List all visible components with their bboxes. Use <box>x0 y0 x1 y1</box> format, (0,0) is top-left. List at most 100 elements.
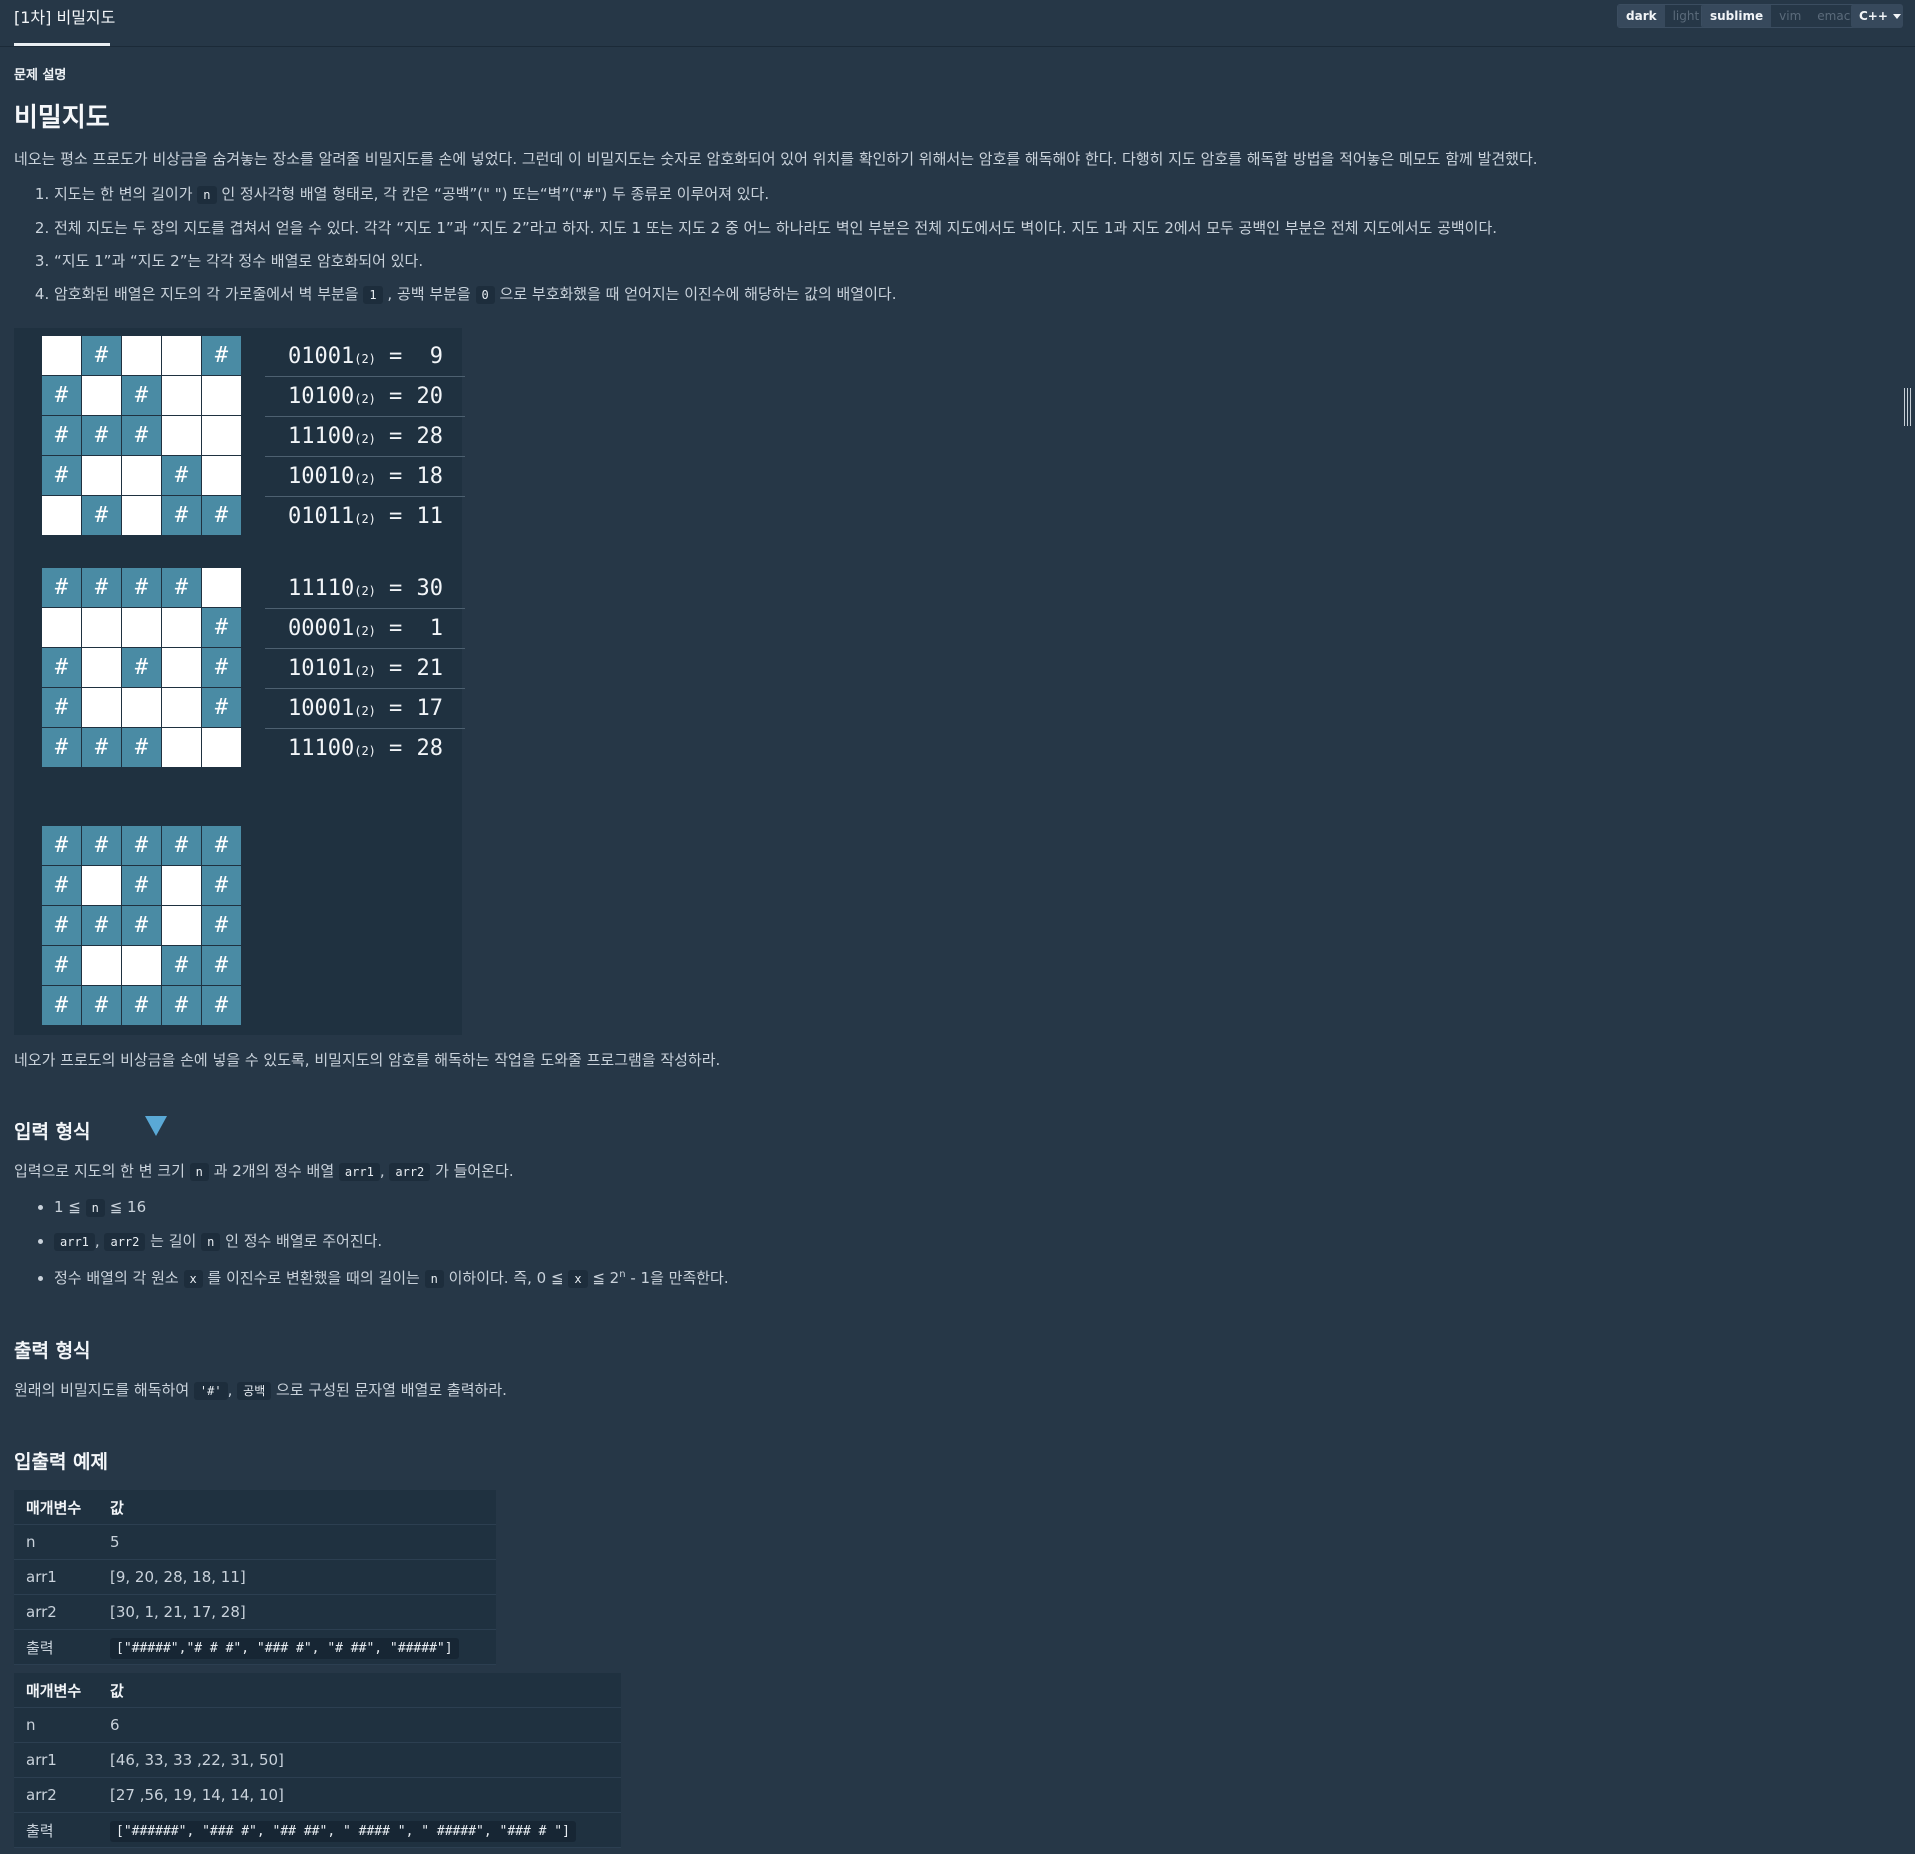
result-map-cell <box>162 866 201 905</box>
map1-cell: # <box>82 336 121 375</box>
result-map-cell: # <box>82 826 121 865</box>
map2-cell <box>122 688 161 727</box>
decimal-value: 18 <box>416 464 444 489</box>
result-map-cell: # <box>162 946 201 985</box>
column-header: 매개변수 <box>14 1490 98 1525</box>
map2-equation: 10101(2) = 21 <box>265 648 465 689</box>
keymap-vim-button[interactable]: vim <box>1771 5 1810 27</box>
decimal-value: 30 <box>416 576 444 601</box>
map2-cell: # <box>42 648 81 687</box>
map1-cell <box>162 416 201 455</box>
map1-cell: # <box>42 456 81 495</box>
binary-value: 10001(2) <box>288 696 376 721</box>
result-map-cell: # <box>82 906 121 945</box>
map1-cell <box>202 456 241 495</box>
map2-cell <box>42 608 81 647</box>
map2-cell: # <box>42 688 81 727</box>
map2-cell: # <box>42 728 81 767</box>
map1-cell: # <box>202 496 241 535</box>
map2-cell <box>162 728 201 767</box>
constraint-item: 정수 배열의 각 원소 x 를 이진수로 변환했을 때의 길이는 n 이하이다.… <box>54 1264 1894 1290</box>
chevron-down-icon <box>1892 14 1901 19</box>
map1-cell <box>162 376 201 415</box>
input-format-desc: 입력으로 지도의 한 변 크기 n 과 2개의 정수 배열 arr1, arr2… <box>14 1162 514 1181</box>
keymap-toggle: sublime vim emacs <box>1701 4 1866 28</box>
examples-section: 입출력 예제 <box>14 1447 1894 1474</box>
table-row: 출력 ["######", "### #", "## ##", " #### ",… <box>14 1812 621 1848</box>
binary-value: 11100(2) <box>288 424 376 449</box>
column-header: 값 <box>98 1490 496 1525</box>
binary-value: 11110(2) <box>288 576 376 601</box>
top-bar: [1차] 비밀지도 dark light sublime vim emacs C… <box>0 0 1915 47</box>
map2-cell: # <box>82 568 121 607</box>
map2-cell: # <box>122 648 161 687</box>
rules-list: 지도는 한 변의 길이가 n 인 정사각형 배열 형태로, 각 칸은 “공백”(… <box>14 183 1894 306</box>
map1-equation: 10100(2) = 20 <box>265 376 465 417</box>
output-format-section: 출력 형식 원래의 비밀지도를 해독하여 '#', 공백 으로 구성된 문자열 … <box>14 1336 1894 1402</box>
result-map-cell: # <box>162 986 201 1025</box>
theme-dark-button[interactable]: dark <box>1618 5 1665 27</box>
result-map-cell: # <box>202 906 241 945</box>
result-map-cell <box>82 866 121 905</box>
decimal-value: 28 <box>416 736 444 761</box>
output-format-title: 출력 형식 <box>14 1340 91 1362</box>
decimal-value: 17 <box>416 696 444 721</box>
result-map-cell: # <box>82 986 121 1025</box>
keymap-sublime-button[interactable]: sublime <box>1702 5 1772 27</box>
problem-description: 문제 설명 비밀지도 네오는 평소 프로도가 비상금을 숨겨놓는 장소를 알려줄… <box>14 56 1894 317</box>
table-row: arr1 [9, 20, 28, 18, 11] <box>14 1559 496 1595</box>
decimal-value: 21 <box>416 656 444 681</box>
problem-intro: 네오는 평소 프로도가 비상금을 숨겨놓는 장소를 알려줄 비밀지도를 손에 넣… <box>14 150 1538 168</box>
input-format-section: 입력 형식 입력으로 지도의 한 변 크기 n 과 2개의 정수 배열 arr1… <box>14 1117 1894 1301</box>
binary-value: 01011(2) <box>288 504 376 529</box>
map1-cell <box>82 376 121 415</box>
map1-equation: 01001(2) = 9 <box>265 336 465 377</box>
table-row: arr1 [46, 33, 33 ,22, 31, 50] <box>14 1742 621 1778</box>
panel-resize-handle[interactable] <box>1904 388 1913 426</box>
examples-title: 입출력 예제 <box>14 1451 109 1473</box>
map1-cell <box>162 336 201 375</box>
result-map-cell: # <box>202 866 241 905</box>
problem-title: 비밀지도 <box>14 103 110 133</box>
map2-cell <box>82 688 121 727</box>
result-map-cell: # <box>122 866 161 905</box>
output-format-desc: 원래의 비밀지도를 해독하여 '#', 공백 으로 구성된 문자열 배열로 출력… <box>14 1381 507 1400</box>
expected-output: ["#####","# # #", "### #", "# ##", "####… <box>110 1638 459 1659</box>
decimal-value: 28 <box>416 424 444 449</box>
binary-value: 10010(2) <box>288 464 376 489</box>
map1-cell: # <box>42 376 81 415</box>
tab-problem-title[interactable]: [1차] 비밀지도 <box>14 0 115 46</box>
map2-cell: # <box>82 728 121 767</box>
map1-cell: # <box>82 496 121 535</box>
result-map-cell: # <box>202 946 241 985</box>
map2-cell: # <box>122 568 161 607</box>
result-map-cell: # <box>42 906 81 945</box>
map1-cell: # <box>42 416 81 455</box>
map2-cell <box>82 608 121 647</box>
column-header: 값 <box>98 1673 621 1708</box>
language-select[interactable]: C++ <box>1851 4 1903 28</box>
result-map-cell: # <box>202 826 241 865</box>
map2-cell: # <box>162 568 201 607</box>
active-tab-indicator <box>14 43 110 46</box>
table-header-row: 매개변수 값 <box>14 1673 621 1708</box>
example-table-1: 매개변수 값 n5 arr1 [9, 20, 28, 18, 11] arr2 [3… <box>14 1490 496 1665</box>
table-row: n5 <box>14 1524 496 1560</box>
example-table-2: 매개변수 값 n6 arr1 [46, 33, 33 ,22, 31, 50] a… <box>14 1673 621 1848</box>
map2-equation: 11110(2) = 30 <box>265 568 465 609</box>
map2-cell <box>202 728 241 767</box>
map2-cell: # <box>202 688 241 727</box>
map2-equation: 10001(2) = 17 <box>265 688 465 729</box>
rule-item: “지도 1”과 “지도 2”는 각각 정수 배열로 암호화되어 있다. <box>54 250 1894 272</box>
table-row: arr2 [27 ,56, 19, 14, 14, 10] <box>14 1777 621 1813</box>
map2-equation: 11100(2) = 28 <box>288 736 444 761</box>
table-row: n6 <box>14 1707 621 1743</box>
result-map-cell: # <box>162 826 201 865</box>
map1-cell: # <box>202 336 241 375</box>
decimal-value: 20 <box>416 384 444 409</box>
map2-cell: # <box>202 608 241 647</box>
result-map-cell: # <box>42 866 81 905</box>
binary-value: 10101(2) <box>288 656 376 681</box>
table-row: arr2 [30, 1, 21, 17, 28] <box>14 1594 496 1630</box>
rule-item: 암호화된 배열은 지도의 각 가로줄에서 벽 부분을 1 , 공백 부분을 0 … <box>54 283 1894 306</box>
